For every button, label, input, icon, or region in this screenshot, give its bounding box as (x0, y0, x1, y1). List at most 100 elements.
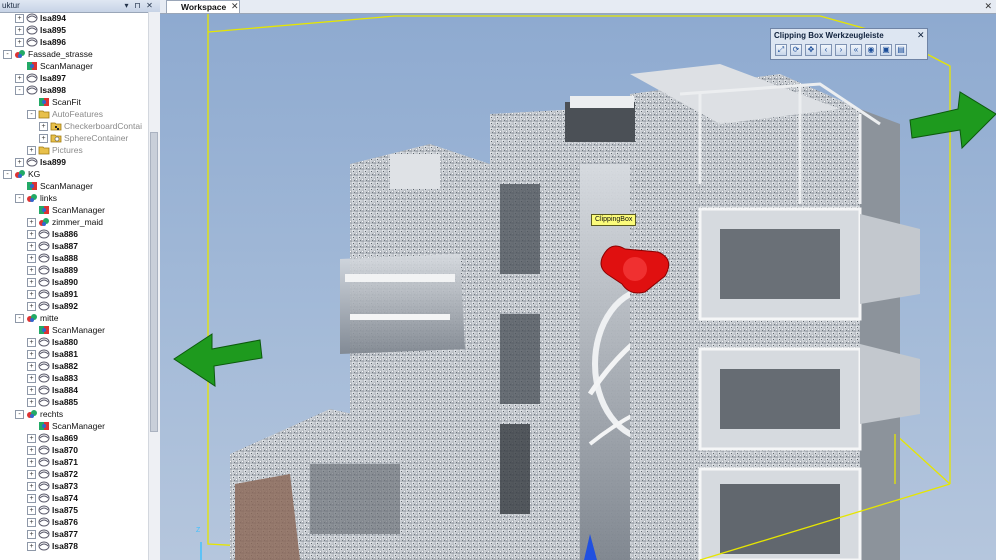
expand-toggle-icon[interactable]: + (27, 266, 36, 275)
expand-toggle-icon[interactable]: + (27, 230, 36, 239)
tree-item[interactable]: + lsa897 (0, 72, 148, 84)
tree-item[interactable]: + CheckerboardContai (0, 120, 148, 132)
expand-toggle-icon[interactable]: + (27, 290, 36, 299)
fast-back-icon[interactable]: « (850, 44, 862, 56)
clipping-handle-right[interactable] (909, 91, 996, 150)
expand-toggle-icon[interactable]: + (27, 458, 36, 467)
expand-toggle-icon[interactable]: + (27, 542, 36, 551)
tree-item[interactable]: + lsa895 (0, 24, 148, 36)
tree-item[interactable]: ScanManager (0, 204, 148, 216)
dropdown-icon[interactable]: ▾ (122, 1, 131, 10)
tree-item[interactable]: + lsa877 (0, 528, 148, 540)
rotate-icon[interactable]: ⟳ (790, 44, 802, 56)
back-icon[interactable]: ‹ (820, 44, 832, 56)
tree-item[interactable]: - lsa898 (0, 84, 148, 96)
resize-icon[interactable]: ⤢ (775, 44, 787, 56)
tree-item[interactable]: - rechts (0, 408, 148, 420)
tree-item[interactable]: + lsa874 (0, 492, 148, 504)
forward-icon[interactable]: › (835, 44, 847, 56)
tree-item[interactable]: + lsa896 (0, 36, 148, 48)
save-icon[interactable]: ▤ (895, 44, 907, 56)
tree-item[interactable]: + lsa875 (0, 504, 148, 516)
tree-item[interactable]: - links (0, 192, 148, 204)
visibility-icon[interactable]: ◉ (865, 44, 877, 56)
collapse-toggle-icon[interactable]: - (15, 194, 24, 203)
expand-toggle-icon[interactable]: + (27, 530, 36, 539)
expand-toggle-icon[interactable]: + (27, 434, 36, 443)
expand-toggle-icon[interactable]: + (15, 14, 24, 23)
tree-item[interactable]: + lsa888 (0, 252, 148, 264)
collapse-toggle-icon[interactable]: - (3, 170, 12, 179)
collapse-toggle-icon[interactable]: - (15, 314, 24, 323)
collapse-toggle-icon[interactable]: - (15, 410, 24, 419)
tree-item[interactable]: + lsa886 (0, 228, 148, 240)
collapse-toggle-icon[interactable]: - (27, 110, 36, 119)
tree-item[interactable]: + lsa876 (0, 516, 148, 528)
tree-item[interactable]: + lsa878 (0, 540, 148, 552)
expand-toggle-icon[interactable]: + (27, 146, 36, 155)
expand-toggle-icon[interactable]: + (27, 374, 36, 383)
expand-toggle-icon[interactable]: + (27, 386, 36, 395)
tree-item[interactable]: + lsa880 (0, 336, 148, 348)
expand-toggle-icon[interactable]: + (39, 122, 48, 131)
tree-item[interactable]: - Fassade_strasse (0, 48, 148, 60)
expand-toggle-icon[interactable]: + (27, 218, 36, 227)
tree-item[interactable]: + lsa891 (0, 288, 148, 300)
tree-item[interactable]: ScanManager (0, 60, 148, 72)
tree-item[interactable]: + SphereContainer (0, 132, 148, 144)
tree-item[interactable]: + lsa870 (0, 444, 148, 456)
tree-item[interactable]: + lsa882 (0, 360, 148, 372)
window-close-icon[interactable]: ✕ (984, 1, 992, 12)
collapse-toggle-icon[interactable]: - (15, 86, 24, 95)
expand-toggle-icon[interactable]: + (27, 470, 36, 479)
tree-item[interactable]: + lsa873 (0, 480, 148, 492)
tab-workspace[interactable]: Workspace ✕ (166, 0, 240, 13)
tree-item[interactable]: + Pictures (0, 144, 148, 156)
expand-toggle-icon[interactable]: + (15, 74, 24, 83)
close-icon[interactable]: ✕ (145, 1, 154, 10)
tree-item[interactable]: + lsa881 (0, 348, 148, 360)
tree-item[interactable]: ScanManager (0, 180, 148, 192)
point-cloud-scene[interactable] (160, 14, 996, 560)
3d-viewport[interactable]: Clipping Box Werkzeugleiste ✕ ⤢ ⟳ ✥ ‹ › «◉ ▣ ▤ … (160, 14, 996, 560)
collapse-toggle-icon[interactable]: - (3, 50, 12, 59)
expand-toggle-icon[interactable]: + (27, 242, 36, 251)
tab-close-icon[interactable]: ✕ (231, 1, 239, 12)
tree-item[interactable]: ScanManager (0, 420, 148, 432)
tree-item[interactable]: + lsa872 (0, 468, 148, 480)
expand-toggle-icon[interactable]: + (39, 134, 48, 143)
expand-toggle-icon[interactable]: + (27, 446, 36, 455)
tree-item[interactable]: + lsa869 (0, 432, 148, 444)
tree-scrollbar[interactable] (148, 12, 160, 560)
tree-item[interactable]: + lsa894 (0, 12, 148, 24)
move-icon[interactable]: ✥ (805, 44, 817, 56)
expand-toggle-icon[interactable]: + (27, 482, 36, 491)
tree-item[interactable]: - KG (0, 168, 148, 180)
expand-toggle-icon[interactable]: + (27, 350, 36, 359)
expand-toggle-icon[interactable]: + (27, 518, 36, 527)
tree-item[interactable]: + lsa892 (0, 300, 148, 312)
expand-toggle-icon[interactable]: + (27, 302, 36, 311)
tree-item[interactable]: ScanFit (0, 96, 148, 108)
tree-item[interactable]: + zimmer_maid (0, 216, 148, 228)
expand-toggle-icon[interactable]: + (15, 38, 24, 47)
expand-toggle-icon[interactable]: + (15, 158, 24, 167)
tree-item[interactable]: + lsa883 (0, 372, 148, 384)
tree-item[interactable]: + lsa889 (0, 264, 148, 276)
tree-item[interactable]: + lsa885 (0, 396, 148, 408)
tree-item[interactable]: + lsa890 (0, 276, 148, 288)
expand-toggle-icon[interactable]: + (15, 26, 24, 35)
expand-toggle-icon[interactable]: + (27, 506, 36, 515)
tree-item[interactable]: ScanManager (0, 324, 148, 336)
expand-toggle-icon[interactable]: + (27, 494, 36, 503)
expand-toggle-icon[interactable]: + (27, 362, 36, 371)
scrollbar-thumb[interactable] (150, 132, 158, 432)
expand-toggle-icon[interactable]: + (27, 278, 36, 287)
tree-item[interactable]: - mitte (0, 312, 148, 324)
tree-item[interactable]: + lsa871 (0, 456, 148, 468)
expand-toggle-icon[interactable]: + (27, 254, 36, 263)
tree-item[interactable]: + lsa899 (0, 156, 148, 168)
clip-mode-icon[interactable]: ▣ (880, 44, 892, 56)
pin-icon[interactable]: ⊓ (133, 1, 142, 10)
tree-item[interactable]: - AutoFeatures (0, 108, 148, 120)
